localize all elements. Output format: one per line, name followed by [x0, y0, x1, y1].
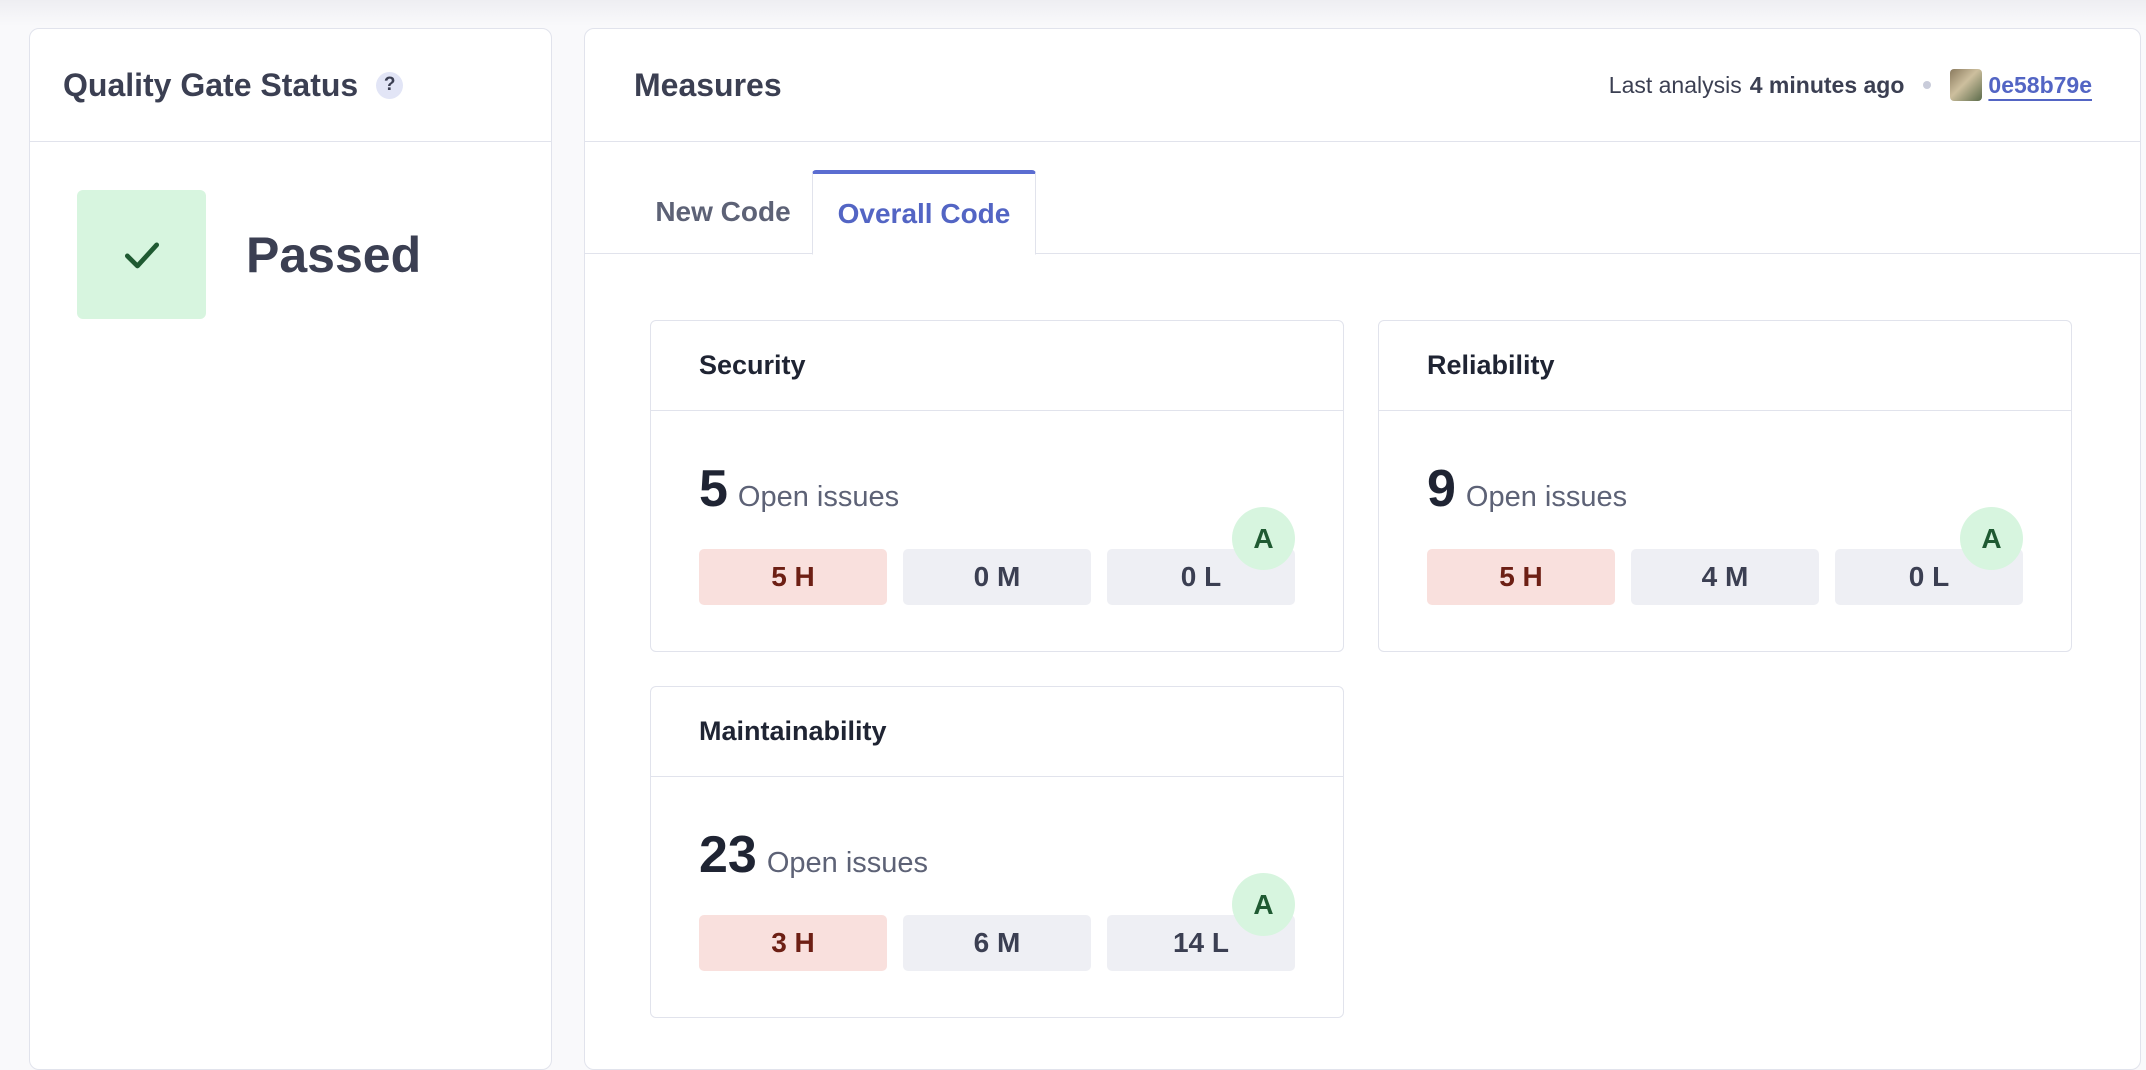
open-issues-label: Open issues — [737, 481, 900, 513]
checkmark-icon — [124, 242, 159, 268]
maintainability-rating[interactable]: A — [1232, 873, 1295, 936]
last-analysis-label: Last analysis — [1608, 71, 1742, 98]
security-high[interactable]: 5 H — [699, 549, 887, 605]
security-medium[interactable]: 0 M — [903, 549, 1091, 605]
reliability-rating[interactable]: A — [1960, 507, 2023, 570]
security-issue-count[interactable]: 5 — [699, 459, 728, 519]
reliability-high[interactable]: 5 H — [1427, 549, 1615, 605]
help-icon[interactable]: ? — [376, 71, 404, 99]
security-card[interactable]: Security 5 Open issues A 5 H 0 M 0 L — [650, 320, 1344, 652]
reliability-medium[interactable]: 4 M — [1631, 549, 1819, 605]
quality-gate-title: Quality Gate Status — [63, 66, 359, 103]
maintainability-card-body: 23 Open issues A 3 H 6 M 14 L — [651, 825, 1343, 971]
tab-new-code[interactable]: New Code — [643, 170, 803, 255]
reliability-card-title: Reliability — [1379, 321, 2071, 411]
measures-panel: Measures Last analysis 4 minutes ago 0e5… — [584, 28, 2141, 1070]
reliability-card-body: 9 Open issues A 5 H 4 M 0 L — [1379, 459, 2071, 605]
passed-badge — [77, 190, 206, 319]
security-rating[interactable]: A — [1232, 507, 1295, 570]
open-issues-label: Open issues — [766, 847, 929, 879]
passed-label: Passed — [246, 226, 422, 283]
separator-dot — [1923, 81, 1932, 89]
tab-overall-code[interactable]: Overall Code — [812, 169, 1036, 255]
quality-gate-header: Quality Gate Status ? — [30, 29, 551, 142]
security-card-body: 5 Open issues A 5 H 0 M 0 L — [651, 459, 1343, 605]
open-issues-label: Open issues — [1465, 481, 1628, 513]
commit-link[interactable]: 0e58b79e — [1988, 72, 2092, 99]
reliability-severity-row: 5 H 4 M 0 L — [1427, 549, 2023, 605]
reliability-card[interactable]: Reliability 9 Open issues A 5 H 4 M 0 L — [1378, 320, 2072, 652]
last-analysis-time: 4 minutes ago — [1749, 71, 1905, 98]
reliability-issue-count[interactable]: 9 — [1427, 459, 1456, 519]
maintainability-card-title: Maintainability — [651, 687, 1343, 777]
reliability-issues: 9 Open issues — [1427, 459, 2023, 519]
security-issues: 5 Open issues — [699, 459, 1295, 519]
maintainability-medium[interactable]: 6 M — [903, 915, 1091, 971]
top-shadow — [0, 0, 2146, 26]
quality-gate-status: Passed — [77, 190, 551, 319]
maintainability-issue-count[interactable]: 23 — [699, 825, 757, 885]
maintainability-high[interactable]: 3 H — [699, 915, 887, 971]
quality-gate-panel: Quality Gate Status ? Passed — [29, 28, 552, 1070]
author-avatar — [1950, 69, 1983, 101]
maintainability-card[interactable]: Maintainability 23 Open issues A 3 H 6 M… — [650, 686, 1344, 1018]
measures-title: Measures — [634, 66, 782, 103]
last-analysis: Last analysis 4 minutes ago 0e58b79e — [1609, 69, 2092, 101]
maintainability-issues: 23 Open issues — [699, 825, 1295, 885]
measures-header: Measures Last analysis 4 minutes ago 0e5… — [585, 29, 2140, 142]
maintainability-severity-row: 3 H 6 M 14 L — [699, 915, 1295, 971]
code-tabs: New Code Overall Code — [585, 142, 2140, 255]
security-severity-row: 5 H 0 M 0 L — [699, 549, 1295, 605]
security-card-title: Security — [651, 321, 1343, 411]
